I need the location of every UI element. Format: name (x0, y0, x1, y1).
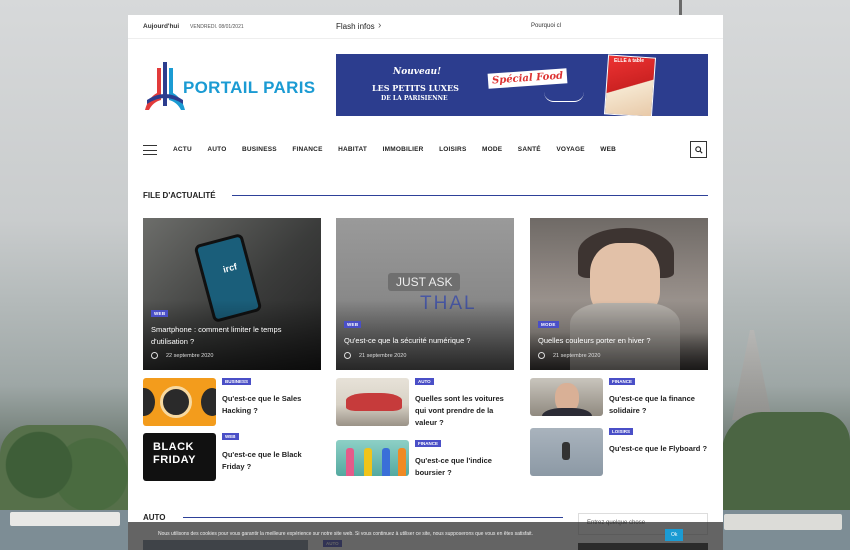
flash-infos-label: Flash infos (336, 22, 375, 31)
nav-item-finance[interactable]: FINANCE (292, 146, 322, 153)
card-date: 22 septembre 2020 (151, 352, 213, 359)
mini-thumb-blackfriday[interactable]: BLACK FRIDAY (143, 433, 216, 481)
banner-nouveau: Nouveau! (393, 67, 442, 77)
mini-thumb-finance[interactable] (530, 378, 603, 416)
mini-thumb-sales[interactable] (143, 378, 216, 426)
hamburger-menu-icon[interactable] (143, 145, 157, 155)
nav-item-actu[interactable]: ACTU (173, 146, 192, 153)
mini-badge[interactable]: FINANCE (415, 440, 441, 447)
red-car (346, 393, 402, 411)
man-suit (542, 408, 592, 416)
sales-circle (143, 388, 155, 416)
mini-title[interactable]: Qu'est-ce que l'indice boursier ? (415, 455, 515, 479)
card-date: 21 septembre 2020 (344, 352, 406, 359)
mini-thumb-indice[interactable] (336, 440, 409, 476)
black-friday-text: BLACK FRIDAY (153, 441, 196, 466)
featured-card-couleurs[interactable]: MODE Quelles couleurs porter en hiver ? … (530, 218, 708, 370)
mini-badge[interactable]: LOISIRS (609, 428, 634, 435)
figure (382, 448, 390, 476)
mini-title[interactable]: Qu'est-ce que la finance solidaire ? (609, 393, 709, 417)
banner-line2: DE LA PARISIENNE (381, 95, 448, 102)
cookie-ok-button[interactable]: Ok (665, 529, 684, 541)
auto-section-title: AUTO (143, 513, 166, 522)
site-logo[interactable]: PORTAIL PARIS (143, 60, 323, 115)
nav-item-loisirs[interactable]: LOISIRS (439, 146, 466, 153)
banner-arrow-icon (544, 92, 584, 102)
clock-icon (344, 352, 351, 359)
card-badge[interactable]: MODE (538, 321, 559, 328)
card-date-text: 21 septembre 2020 (553, 352, 601, 359)
logo-emblem-icon (145, 62, 185, 110)
just-ask-sign: JUST ASK (388, 273, 461, 291)
advertising-banner[interactable]: Nouveau! LES PETITS LUXES DE LA PARISIEN… (336, 54, 708, 116)
mini-title[interactable]: Quelles sont les voitures qui vont prend… (415, 393, 515, 429)
mini-badge[interactable]: WEB (222, 433, 239, 440)
section-title: FILE D'ACTUALITÉ (143, 191, 216, 200)
featured-card-smartphone[interactable]: ircf WEB Smartphone : comment limiter le… (143, 218, 321, 370)
section-divider (232, 195, 708, 196)
banner-special-food: Spécial Food (487, 68, 568, 89)
card-title[interactable]: Smartphone : comment limiter le temps d'… (151, 324, 311, 348)
nav-items: ACTU AUTO BUSINESS FINANCE HABITAT IMMOB… (173, 146, 632, 153)
figure (346, 448, 354, 476)
nav-item-auto[interactable]: AUTO (207, 146, 226, 153)
eiffel-tower (732, 330, 772, 420)
mini-title[interactable]: Qu'est-ce que le Sales Hacking ? (222, 393, 322, 417)
nav-item-habitat[interactable]: HABITAT (338, 146, 367, 153)
boat-left (10, 512, 120, 526)
page-container: Aujourd'hui VENDREDI. 08/01/2021 Flash i… (128, 15, 723, 550)
card-date-text: 22 septembre 2020 (166, 352, 214, 359)
background-mast (679, 0, 682, 16)
trees-right (722, 412, 850, 522)
mini-thumb-flyboard[interactable] (530, 428, 603, 476)
nav-item-sante[interactable]: SANTÉ (518, 146, 541, 153)
nav-item-web[interactable]: WEB (600, 146, 616, 153)
sales-circle (160, 386, 192, 418)
sales-circle (201, 388, 216, 416)
mini-title[interactable]: Qu'est-ce que le Black Friday ? (222, 449, 322, 473)
nav-item-mode[interactable]: MODE (482, 146, 502, 153)
card-title[interactable]: Qu'est-ce que la sécurité numérique ? (344, 335, 504, 347)
mini-badge[interactable]: FINANCE (609, 378, 635, 385)
featured-card-securite[interactable]: JUST ASK THAL WEB Qu'est-ce que la sécur… (336, 218, 514, 370)
cookie-banner: Nous utilisons des cookies pour vous gar… (128, 522, 723, 550)
nav-item-voyage[interactable]: VOYAGE (556, 146, 584, 153)
card-title[interactable]: Quelles couleurs porter en hiver ? (538, 335, 698, 347)
mini-thumb-voitures[interactable] (336, 378, 409, 426)
nav-item-business[interactable]: BUSINESS (242, 146, 277, 153)
clock-icon (151, 352, 158, 359)
banner-line1: LES PETITS LUXES (372, 83, 459, 93)
card-date: 21 septembre 2020 (538, 352, 600, 359)
figure (398, 448, 406, 476)
mini-title[interactable]: Qu'est-ce que le Flyboard ? (609, 443, 709, 455)
logo-text: PORTAIL PARIS (183, 78, 316, 97)
search-icon (694, 146, 703, 154)
card-date-text: 21 septembre 2020 (359, 352, 407, 359)
auto-section-divider (183, 517, 563, 518)
magazine-title: ELLE à table (614, 58, 645, 64)
flash-ticker-link[interactable]: Pourquoi cl (531, 23, 561, 29)
chevron-right-icon[interactable]: › (378, 20, 381, 31)
mini-badge[interactable]: BUSINESS (222, 378, 252, 385)
main-navigation: ACTU AUTO BUSINESS FINANCE HABITAT IMMOB… (128, 139, 723, 163)
flyboard-figure (562, 442, 570, 460)
figure (364, 448, 372, 476)
card-badge[interactable]: WEB (151, 310, 169, 317)
boat-right (724, 514, 842, 530)
clock-icon (538, 352, 545, 359)
cookie-text: Nous utilisons des cookies pour vous gar… (158, 531, 533, 537)
today-label: Aujourd'hui (143, 23, 180, 30)
top-bar: Aujourd'hui VENDREDI. 08/01/2021 Flash i… (128, 15, 723, 39)
mini-badge[interactable]: AUTO (415, 378, 434, 385)
search-button[interactable] (690, 141, 707, 158)
current-date: VENDREDI. 08/01/2021 (190, 24, 244, 30)
card-badge[interactable]: WEB (344, 321, 362, 328)
nav-item-immobilier[interactable]: IMMOBILIER (383, 146, 424, 153)
